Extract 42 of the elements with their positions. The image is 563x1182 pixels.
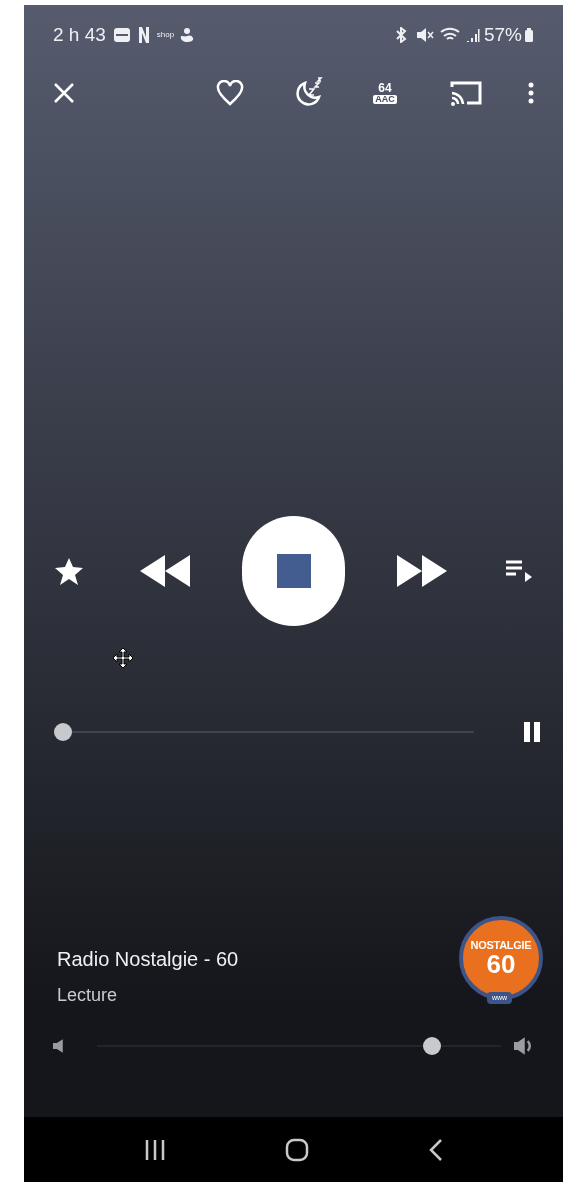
star-icon — [54, 557, 84, 585]
battery-percent: 57% — [483, 22, 522, 47]
stop-icon — [276, 554, 311, 588]
more-icon — [527, 81, 535, 105]
sleep-timer-button[interactable] — [293, 77, 325, 109]
moon-icon — [293, 77, 325, 109]
back-button[interactable] — [427, 1137, 444, 1162]
fast-forward-button[interactable] — [397, 554, 447, 588]
close-icon — [52, 81, 76, 105]
station-name: Radio Nostalgie - 60 — [57, 946, 240, 972]
home-button[interactable] — [284, 1137, 309, 1162]
pause-button[interactable] — [523, 722, 541, 742]
rewind-icon — [139, 554, 191, 588]
recent-apps-icon — [143, 1138, 166, 1161]
cast-icon — [449, 79, 483, 107]
more-button[interactable] — [527, 81, 535, 105]
playlist-icon — [505, 560, 533, 582]
status-time: 2 h 43 — [53, 22, 106, 47]
bitrate-button[interactable]: 64 AAC — [371, 82, 399, 104]
volume-slider[interactable] — [96, 1037, 502, 1055]
mute-icon — [415, 27, 434, 43]
bluetooth-icon — [393, 27, 408, 43]
n-logo-icon — [137, 26, 150, 44]
battery-icon — [524, 27, 534, 43]
recent-apps-button[interactable] — [143, 1138, 166, 1161]
queue-button[interactable] — [505, 560, 533, 582]
playback-status: Lecture — [57, 983, 119, 1007]
volume-low-icon — [52, 1038, 66, 1054]
move-cursor-icon — [112, 647, 134, 669]
home-icon — [284, 1137, 309, 1162]
signal-icon — [465, 27, 480, 43]
shop-label: shop — [156, 29, 175, 41]
heart-icon — [216, 80, 244, 106]
progress-slider[interactable] — [54, 723, 474, 741]
favorite-star-button[interactable] — [54, 556, 84, 586]
favorite-button[interactable] — [215, 78, 245, 108]
rewind-button[interactable] — [139, 554, 191, 588]
cast-button[interactable] — [449, 79, 483, 107]
back-icon — [427, 1137, 444, 1162]
close-button[interactable] — [52, 81, 76, 105]
pause-icon — [523, 722, 541, 742]
fast-forward-icon — [397, 554, 447, 588]
